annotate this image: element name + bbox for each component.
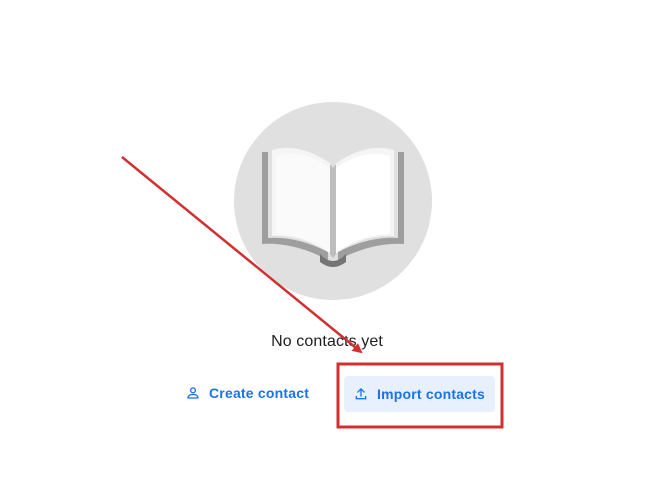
import-contacts-button[interactable]: Import contacts <box>344 376 496 412</box>
open-book-icon <box>234 102 432 300</box>
create-contact-label: Create contact <box>209 385 310 401</box>
import-contacts-label: Import contacts <box>377 386 486 402</box>
person-outline-icon <box>184 384 202 402</box>
create-contact-button[interactable]: Create contact <box>176 375 319 411</box>
upload-icon <box>352 385 370 403</box>
contacts-empty-state: No contacts yet Create contact Import co… <box>0 0 654 498</box>
empty-state-title: No contacts yet <box>271 333 383 350</box>
